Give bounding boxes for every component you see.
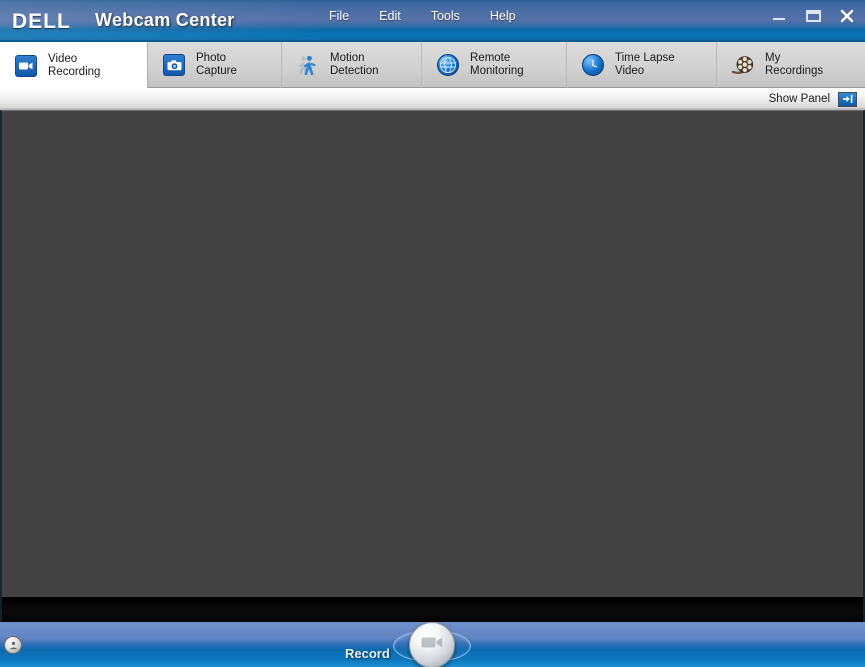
menu-bar: File Edit Tools Help xyxy=(325,7,520,25)
menu-item-tools[interactable]: Tools xyxy=(427,7,464,25)
record-control: Record xyxy=(345,622,525,667)
globe-icon xyxy=(436,53,460,77)
menu-item-file[interactable]: File xyxy=(325,7,353,25)
menu-item-help[interactable]: Help xyxy=(486,7,520,25)
minimize-icon xyxy=(773,18,785,20)
tab-motion-detection[interactable]: Motion Detection xyxy=(282,42,422,88)
page-title: Webcam Center xyxy=(95,10,235,30)
tab-label-time-lapse-video: Time Lapse Video xyxy=(615,52,675,77)
video-preview-area[interactable] xyxy=(0,110,865,597)
camcorder-glyph xyxy=(421,635,443,655)
dell-logo-text: DELL xyxy=(12,10,71,33)
close-icon xyxy=(840,9,854,23)
title-bar: DELL Webcam Center File Edit Tools Help xyxy=(0,0,865,42)
panel-expand-icon[interactable] xyxy=(838,91,857,107)
tab-label-photo-capture: Photo Capture xyxy=(196,52,237,77)
tab-label-motion-detection: Motion Detection xyxy=(330,52,379,77)
video-preview-surface xyxy=(2,111,863,597)
tab-label-video-recording: Video Recording xyxy=(48,52,101,78)
tab-bar: Video Recording Photo Capture Motion Det… xyxy=(0,42,865,89)
window-controls xyxy=(769,6,857,26)
show-panel-label[interactable]: Show Panel xyxy=(769,93,830,105)
record-label: Record xyxy=(345,646,390,661)
show-panel-strip: Show Panel xyxy=(0,88,865,110)
minimize-button[interactable] xyxy=(769,6,789,26)
tab-remote-monitoring[interactable]: Remote Monitoring xyxy=(422,42,567,88)
webcam-center-window: DELL Webcam Center File Edit Tools Help xyxy=(0,0,865,667)
video-letterbox-strip xyxy=(0,597,865,622)
record-button[interactable] xyxy=(409,622,455,667)
tab-video-recording[interactable]: Video Recording xyxy=(0,42,148,89)
walking-person-icon xyxy=(296,53,320,77)
maximize-button[interactable] xyxy=(803,6,823,26)
tab-my-recordings[interactable]: My Recordings xyxy=(717,42,865,88)
camera-icon xyxy=(162,53,186,77)
maximize-icon xyxy=(806,10,821,22)
tab-label-my-recordings: My Recordings xyxy=(765,52,824,77)
tab-label-remote-monitoring: Remote Monitoring xyxy=(470,52,524,77)
dell-logo: DELL xyxy=(12,11,80,33)
camcorder-icon xyxy=(14,54,38,78)
tab-time-lapse-video[interactable]: Time Lapse Video xyxy=(567,42,717,88)
menu-item-edit[interactable]: Edit xyxy=(375,7,405,25)
clock-circle-icon xyxy=(581,53,605,77)
tab-photo-capture[interactable]: Photo Capture xyxy=(148,42,282,88)
close-button[interactable] xyxy=(837,6,857,26)
film-reel-icon xyxy=(731,53,755,77)
options-icon[interactable] xyxy=(4,636,22,654)
